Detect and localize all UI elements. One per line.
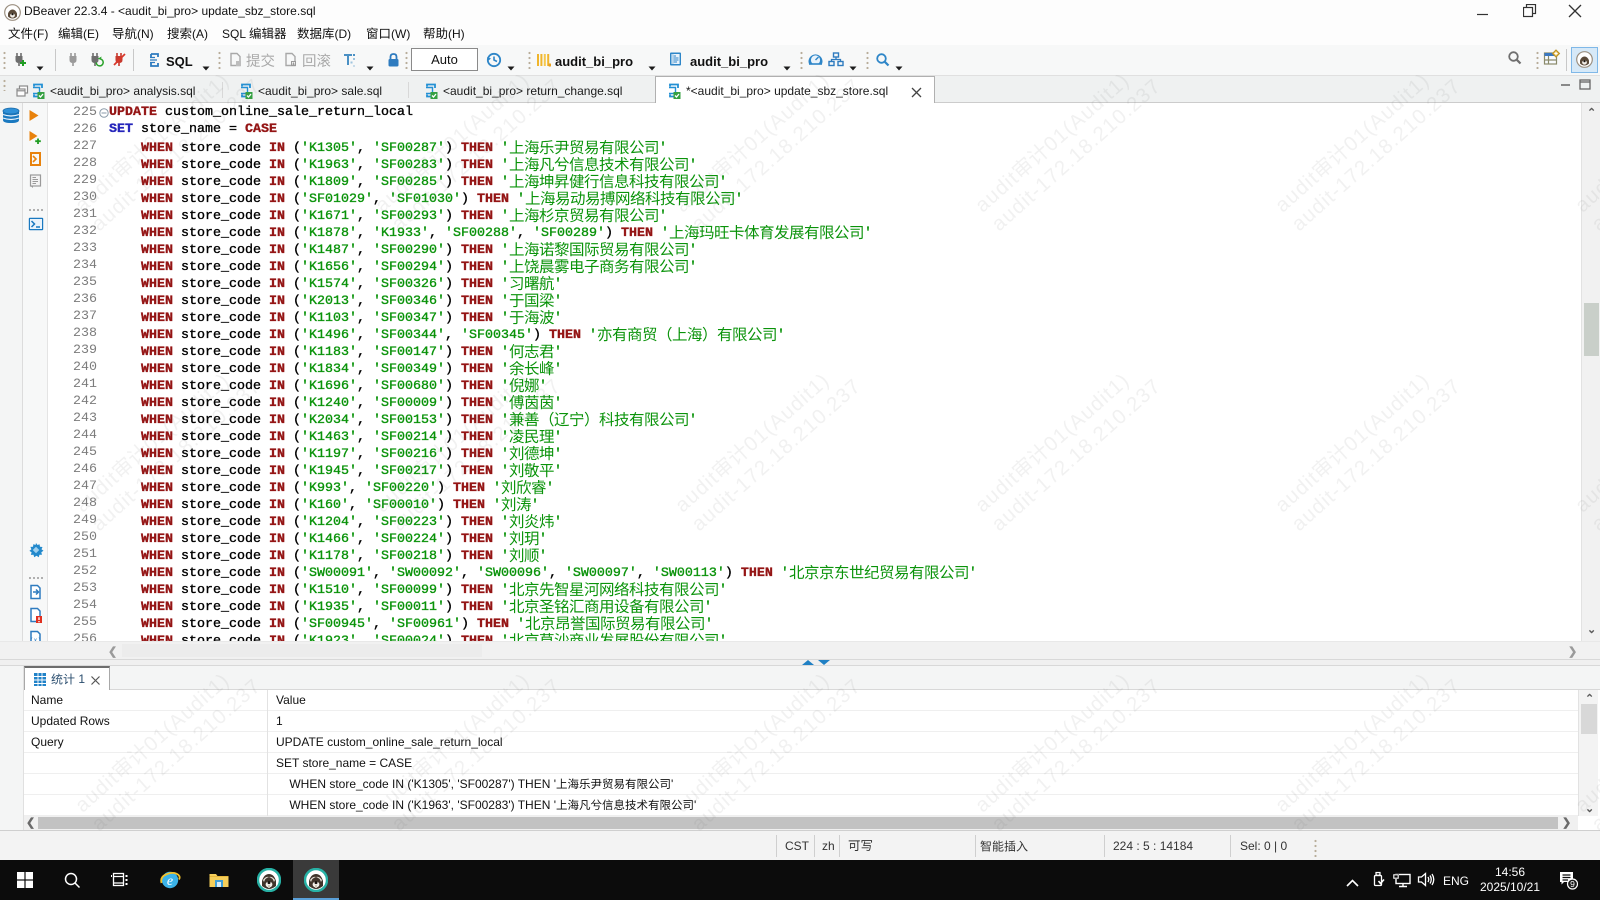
svg-text:e: e: [167, 874, 173, 889]
svg-text:9: 9: [1570, 879, 1575, 889]
